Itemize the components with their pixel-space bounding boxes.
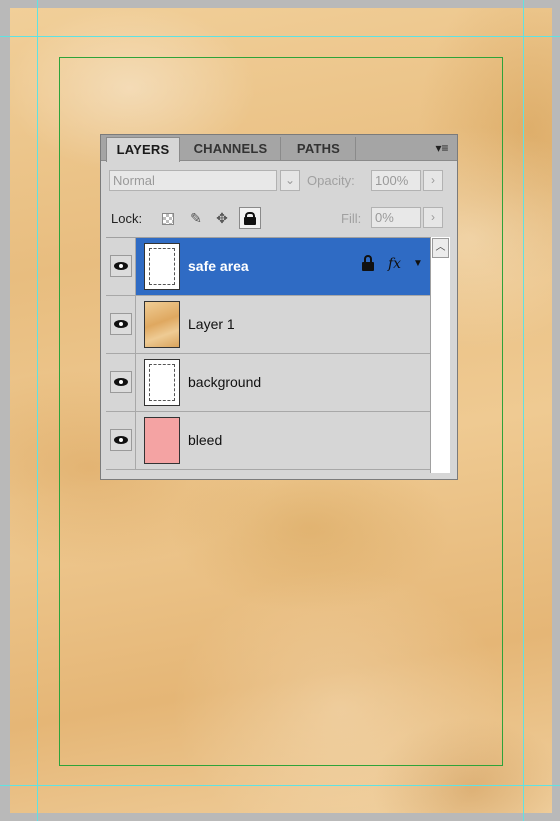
layer-lock-icon (362, 255, 374, 272)
layer-row-bleed[interactable]: bleed (106, 412, 430, 470)
eye-icon (114, 378, 128, 386)
visibility-cell[interactable] (106, 296, 136, 353)
opacity-field[interactable]: 100% (371, 170, 421, 191)
visibility-toggle[interactable] (110, 429, 132, 451)
visibility-toggle[interactable] (110, 371, 132, 393)
layer-row-safe-area[interactable]: safe area fx ▼ (106, 238, 430, 296)
layer-thumbnail[interactable] (144, 417, 180, 464)
layer-name[interactable]: bleed (188, 412, 222, 469)
visibility-cell[interactable] (106, 354, 136, 411)
lock-all-icon[interactable] (239, 207, 261, 229)
blend-mode-select[interactable]: Normal (109, 170, 277, 191)
layer-row-background[interactable]: background (106, 354, 430, 412)
layer-row-layer-1[interactable]: Layer 1 (106, 296, 430, 354)
lock-transparent-icon[interactable] (157, 207, 179, 229)
opacity-slider-arrow-icon[interactable]: › (423, 170, 443, 191)
lock-label: Lock: (111, 211, 143, 226)
opacity-label: Opacity: (307, 173, 355, 188)
guide-horizontal (0, 36, 560, 37)
layer-name[interactable]: background (188, 354, 261, 411)
layers-list: safe area fx ▼ Layer 1 background bleed (106, 237, 430, 473)
layer-thumbnail[interactable] (144, 359, 180, 406)
panel-menu-icon[interactable]: ▾≡ (433, 141, 451, 155)
lock-brush-icon[interactable]: ✎ (185, 207, 207, 229)
visibility-cell[interactable] (106, 238, 136, 295)
tab-layers[interactable]: LAYERS (106, 137, 180, 162)
eye-icon (114, 436, 128, 444)
layer-name[interactable]: safe area (188, 238, 249, 295)
scroll-up-icon[interactable]: ︿ (432, 238, 449, 258)
blend-mode-dropdown-icon[interactable]: ⌄ (280, 170, 300, 191)
guide-horizontal (0, 785, 560, 786)
fill-slider-arrow-icon[interactable]: › (423, 207, 443, 228)
visibility-toggle[interactable] (110, 313, 132, 335)
guide-vertical (523, 0, 524, 821)
fill-field[interactable]: 0% (371, 207, 421, 228)
lock-move-icon[interactable]: ✥ (211, 207, 233, 229)
layer-name[interactable]: Layer 1 (188, 296, 235, 353)
eye-icon (114, 320, 128, 328)
fill-label: Fill: (341, 211, 362, 226)
visibility-toggle[interactable] (110, 255, 132, 277)
tab-channels[interactable]: CHANNELS (181, 137, 281, 161)
fx-icon[interactable]: fx (388, 256, 401, 272)
visibility-cell[interactable] (106, 412, 136, 469)
panel-tab-bar: LAYERS CHANNELS PATHS ▾≡ (101, 135, 457, 162)
fx-expand-arrow-icon[interactable]: ▼ (413, 258, 423, 269)
eye-icon (114, 262, 128, 270)
layer-thumbnail[interactable] (144, 301, 180, 348)
layer-thumbnail[interactable] (144, 243, 180, 290)
layers-panel: LAYERS CHANNELS PATHS ▾≡ Normal ⌄ Opacit… (100, 134, 458, 480)
guide-vertical (37, 0, 38, 821)
layers-scrollbar[interactable]: ︿ (430, 237, 450, 473)
tab-paths[interactable]: PATHS (282, 137, 356, 161)
